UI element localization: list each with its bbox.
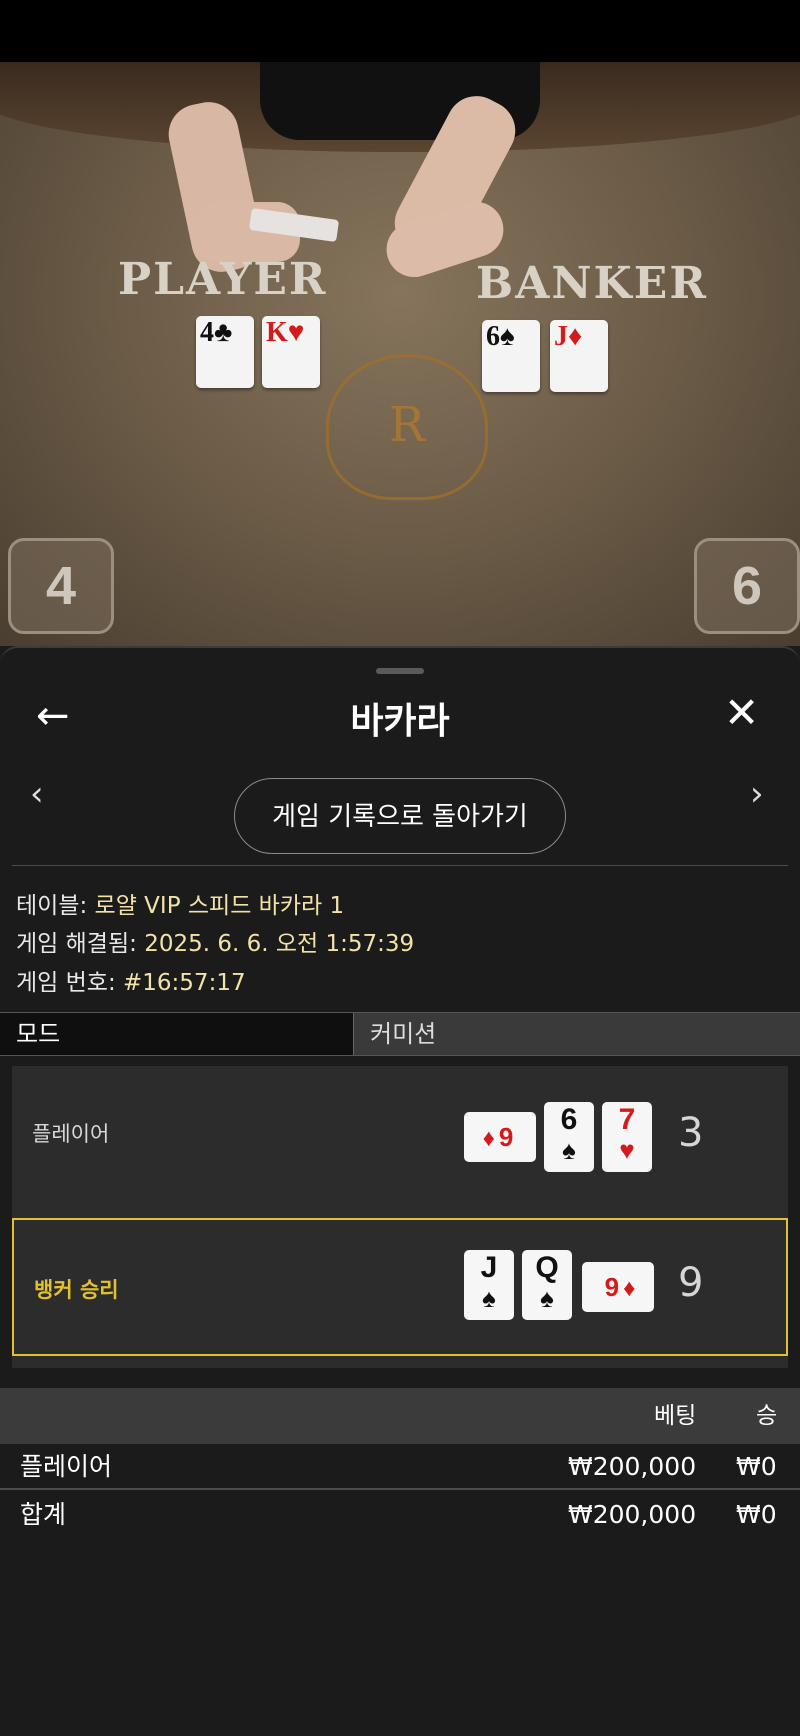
bet-total-amount: ₩200,000	[568, 1500, 697, 1529]
table-info-value: 로얄 VIP 스피드 바카라 1	[94, 893, 345, 919]
tab-commission[interactable]: 커미션	[354, 1013, 800, 1055]
win-column-header: 승	[756, 1403, 778, 1429]
table-banker-card-2: J♦	[550, 320, 608, 392]
page-title: 바카라	[350, 701, 450, 742]
player-result-row: 플레이어 ♦ 9 6 ♠ 7 ♥ 3	[12, 1066, 788, 1204]
status-bar	[0, 0, 800, 62]
chevron-right-icon[interactable]: ›	[750, 774, 764, 814]
table-player-card-1: 4♣	[196, 316, 254, 388]
bet-column-header: 베팅	[654, 1403, 697, 1429]
bet-total-win: ₩0	[736, 1500, 777, 1529]
game-number-info: 게임 번호: #16:57:17	[16, 963, 246, 997]
table-info-label: 테이블:	[16, 893, 88, 919]
player-zone-label: PLAYER	[118, 254, 328, 305]
game-history-sheet: ← 바카라 ✕ ‹ 게임 기록으로 돌아가기 › 테이블: 로얄 VIP 스피드…	[0, 646, 800, 1736]
bets-table-header: 베팅 승	[0, 1388, 800, 1444]
banker-result-card-2: Q ♠	[522, 1250, 572, 1320]
player-score-box: 4	[8, 538, 114, 634]
drag-handle[interactable]	[376, 668, 424, 674]
player-result-label: 플레이어	[32, 1122, 110, 1146]
divider	[0, 1488, 800, 1490]
live-video-feed: PLAYER BANKER 4♣ K♥ 6♠ J♦ R 4 6	[0, 62, 800, 646]
back-to-history-button[interactable]: 게임 기록으로 돌아가기	[234, 778, 566, 854]
result-panel: 플레이어 ♦ 9 6 ♠ 7 ♥ 3 뱅커 승리 J ♠ Q ♠ 9 ♦ 9	[12, 1066, 788, 1368]
bet-row-total: 합계 ₩200,000 ₩0	[0, 1492, 800, 1538]
banker-score-box: 6	[694, 538, 800, 634]
bet-row-win: ₩0	[736, 1452, 777, 1481]
banker-result-card-3: 9 ♦	[582, 1262, 654, 1312]
close-icon[interactable]: ✕	[724, 692, 759, 734]
bet-row-amount: ₩200,000	[568, 1452, 697, 1481]
bet-row-name: 플레이어	[20, 1452, 113, 1481]
resolved-info-value: 2025. 6. 6. 오전 1:57:39	[144, 931, 415, 957]
casino-crest-logo: R	[326, 354, 488, 500]
banker-result-label: 뱅커 승리	[34, 1278, 119, 1302]
banker-result-total: 9	[678, 1260, 704, 1306]
game-number-label: 게임 번호:	[16, 970, 116, 996]
game-number-value: #16:57:17	[123, 970, 246, 996]
tab-bar: 모드 커미션	[0, 1012, 800, 1056]
table-banker-card-1: 6♠	[482, 320, 540, 392]
divider	[12, 865, 788, 866]
player-result-card-3: 7 ♥	[602, 1102, 652, 1172]
table-player-card-2: K♥	[262, 316, 320, 388]
player-result-total: 3	[678, 1110, 704, 1156]
banker-result-row: 뱅커 승리 J ♠ Q ♠ 9 ♦ 9	[12, 1218, 788, 1356]
banker-zone-label: BANKER	[476, 258, 708, 309]
resolved-info-label: 게임 해결됨:	[16, 931, 137, 957]
table-info: 테이블: 로얄 VIP 스피드 바카라 1	[16, 886, 344, 920]
bet-row-player: 플레이어 ₩200,000 ₩0	[0, 1444, 800, 1490]
resolved-info: 게임 해결됨: 2025. 6. 6. 오전 1:57:39	[16, 924, 414, 958]
player-result-card-2: 6 ♠	[544, 1102, 594, 1172]
bet-total-name: 합계	[20, 1500, 67, 1529]
player-result-card-1: ♦ 9	[464, 1112, 536, 1162]
chevron-left-icon[interactable]: ‹	[30, 774, 44, 814]
tab-mode[interactable]: 모드	[0, 1013, 354, 1055]
banker-result-card-1: J ♠	[464, 1250, 514, 1320]
